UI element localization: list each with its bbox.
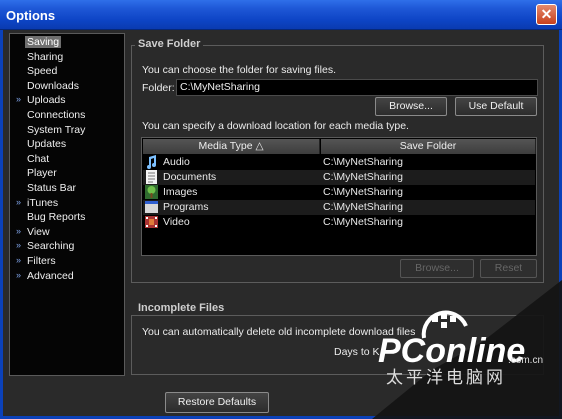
sidebar-item-filters[interactable]: » Filters [10,255,124,269]
options-sidebar: Saving Sharing Speed Downloads » Uploads Conne… [9,33,125,376]
table-row[interactable]: Programs C:\MyNetSharing [143,200,535,215]
save-folder-cell: C:\MyNetSharing [323,201,403,213]
sidebar-item-label: Uploads [27,94,66,107]
sidebar-item-label: Downloads [27,79,79,92]
sidebar-item-label: Advanced [27,269,74,282]
sidebar-item-bug-reports[interactable]: Bug Reports [10,211,124,225]
sidebar-item-label: Status Bar [27,182,77,194]
sidebar-item-view[interactable]: » View [10,226,124,240]
restore-defaults-button[interactable]: Restore Defaults [165,392,269,413]
table-reset-button[interactable]: Reset [480,259,537,278]
media-type-cell: Programs [163,201,209,213]
program-icon [145,201,158,213]
save-folder-title: Save Folder [135,38,204,50]
folder-field[interactable]: C:\MyNetSharing [176,79,538,96]
media-type-cell: Images [163,186,198,198]
sidebar-item-label: Updates [27,138,67,151]
watermark-domain: .com.cn [508,355,543,366]
column-header-media-type[interactable]: Media Type △ [143,139,320,154]
media-type-description: You can specify a download location for … [142,120,409,132]
sidebar-item-downloads[interactable]: Downloads [10,80,124,94]
media-type-table: Media Type △ Save Folder Audio C:\MyNetS… [141,137,537,256]
save-folder-cell: C:\MyNetSharing [323,186,403,198]
browse-button[interactable]: Browse... [375,97,447,116]
save-folder-cell: C:\MyNetSharing [323,216,403,228]
save-folder-description: You can choose the folder for saving fil… [142,64,336,76]
sidebar-item-status-bar[interactable]: Status Bar [10,182,124,196]
expand-arrow-icon[interactable]: » [16,240,21,250]
sidebar-item-label: Bug Reports [27,211,86,224]
save-folder-cell: C:\MyNetSharing [323,156,403,168]
expand-arrow-icon[interactable]: » [16,226,21,236]
table-row[interactable]: Video C:\MyNetSharing [143,215,535,230]
watermark-brand: PConline [378,332,525,370]
sidebar-item-uploads[interactable]: » Uploads [10,94,124,108]
sidebar-item-label: Speed [27,65,58,78]
incomplete-files-title: Incomplete Files [135,302,228,314]
sidebar-item-label: Saving [25,36,62,48]
sidebar-item-updates[interactable]: Updates [10,138,124,152]
sidebar-item-label: System Tray [27,123,86,136]
sidebar-item-sharing[interactable]: Sharing [10,51,124,65]
table-browse-button[interactable]: Browse... [400,259,474,278]
sidebar-item-searching[interactable]: » Searching [10,240,124,254]
pconline-watermark: PConline .com.cn 太平洋电脑网 [372,280,562,419]
sidebar-item-label: Searching [27,240,75,253]
column-header-save-folder[interactable]: Save Folder [321,139,536,154]
sidebar-item-saving[interactable]: Saving [10,36,124,50]
audio-icon [147,155,156,169]
media-type-cell: Documents [163,171,217,183]
sidebar-item-label: Filters [27,255,56,267]
document-icon [146,170,157,184]
sidebar-item-label: View [27,225,50,238]
use-default-button[interactable]: Use Default [455,97,537,116]
sidebar-item-player[interactable]: Player [10,167,124,181]
title-bar: Options ✕ [0,0,562,30]
close-icon: ✕ [540,6,553,22]
window-title: Options [6,8,56,23]
expand-arrow-icon[interactable]: » [16,94,21,104]
image-icon [145,185,158,199]
table-row[interactable]: Audio C:\MyNetSharing [143,155,535,170]
sidebar-item-speed[interactable]: Speed [10,65,124,79]
close-button[interactable]: ✕ [536,4,557,25]
sidebar-item-chat[interactable]: Chat [10,153,124,167]
watermark-tagline: 太平洋电脑网 [386,368,506,388]
sidebar-item-label: iTunes [27,196,59,209]
sidebar-item-label: Connections [27,109,86,121]
table-row[interactable]: Images C:\MyNetSharing [143,185,535,200]
expand-arrow-icon[interactable]: » [16,270,21,280]
save-folder-cell: C:\MyNetSharing [323,171,403,183]
table-row[interactable]: Documents C:\MyNetSharing [143,170,535,185]
sidebar-item-system-tray[interactable]: System Tray [10,124,124,138]
sidebar-item-label: Player [27,167,57,180]
sidebar-item-connections[interactable]: Connections [10,109,124,123]
expand-arrow-icon[interactable]: » [16,197,21,207]
expand-arrow-icon[interactable]: » [16,255,21,265]
media-type-cell: Audio [163,156,190,168]
folder-label: Folder: [142,82,175,94]
sidebar-item-advanced[interactable]: » Advanced [10,270,124,284]
sidebar-item-label: Chat [27,152,50,165]
video-icon [145,216,158,228]
sidebar-item-label: Sharing [27,50,64,63]
sidebar-item-itunes[interactable]: » iTunes [10,197,124,211]
media-type-cell: Video [163,216,190,228]
